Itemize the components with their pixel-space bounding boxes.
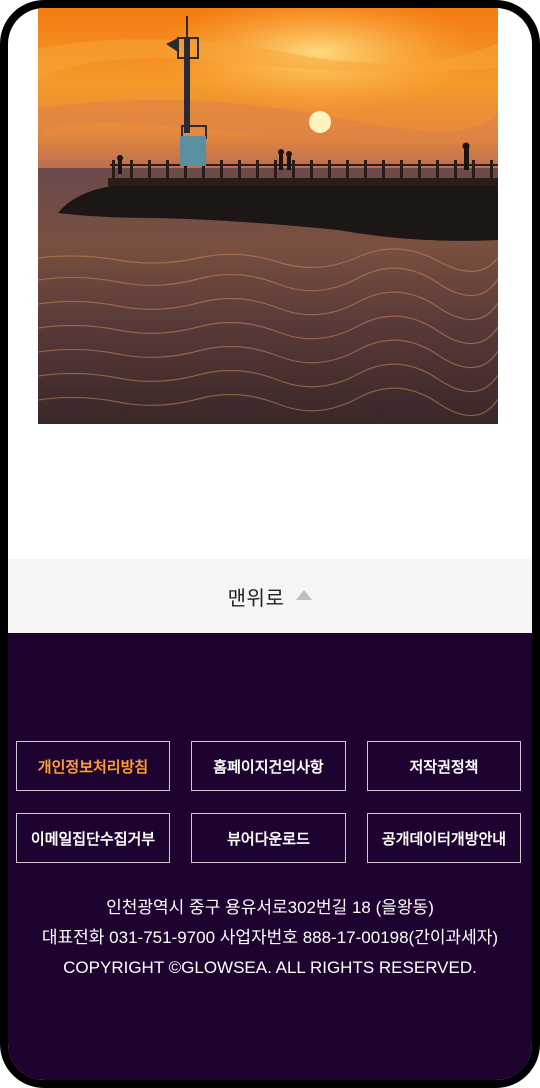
footer-links: 개인정보처리방침 홈페이지건의사항 저작권정책 이메일집단수집거부 뷰어다운로드… (16, 741, 521, 863)
suggestions-link[interactable]: 홈페이지건의사항 (191, 741, 346, 791)
scroll-to-top-button[interactable]: 맨위로 (8, 559, 532, 633)
footer-info: 인천광역시 중구 용유서로302번길 18 (을왕동) 대표전화 031-751… (8, 893, 532, 983)
open-data-link[interactable]: 공개데이터개방안내 (367, 813, 521, 863)
footer-copyright: COPYRIGHT ©GLOWSEA. ALL RIGHTS RESERVED. (63, 958, 477, 977)
footer-address: 인천광역시 중구 용유서로302번길 18 (을왕동) (106, 898, 434, 917)
footer: 개인정보처리방침 홈페이지건의사항 저작권정책 이메일집단수집거부 뷰어다운로드… (8, 633, 532, 1080)
scroll-to-top-label: 맨위로 (227, 587, 285, 610)
email-refusal-link[interactable]: 이메일집단수집거부 (16, 813, 170, 863)
device-frame: 맨위로 개인정보처리방침 홈페이지건의사항 저작권정책 이메일집단수집거부 뷰어… (0, 0, 540, 1088)
triangle-up-icon (296, 589, 313, 600)
copyright-policy-link[interactable]: 저작권정책 (367, 741, 521, 791)
viewer-download-link[interactable]: 뷰어다운로드 (191, 813, 346, 863)
screen: 맨위로 개인정보처리방침 홈페이지건의사항 저작권정책 이메일집단수집거부 뷰어… (8, 8, 532, 1080)
privacy-policy-link[interactable]: 개인정보처리방침 (16, 741, 170, 791)
sunset-pier-photo (38, 8, 498, 424)
footer-contact: 대표전화 031-751-9700 사업자번호 888-17-00198(간이과… (41, 928, 499, 947)
